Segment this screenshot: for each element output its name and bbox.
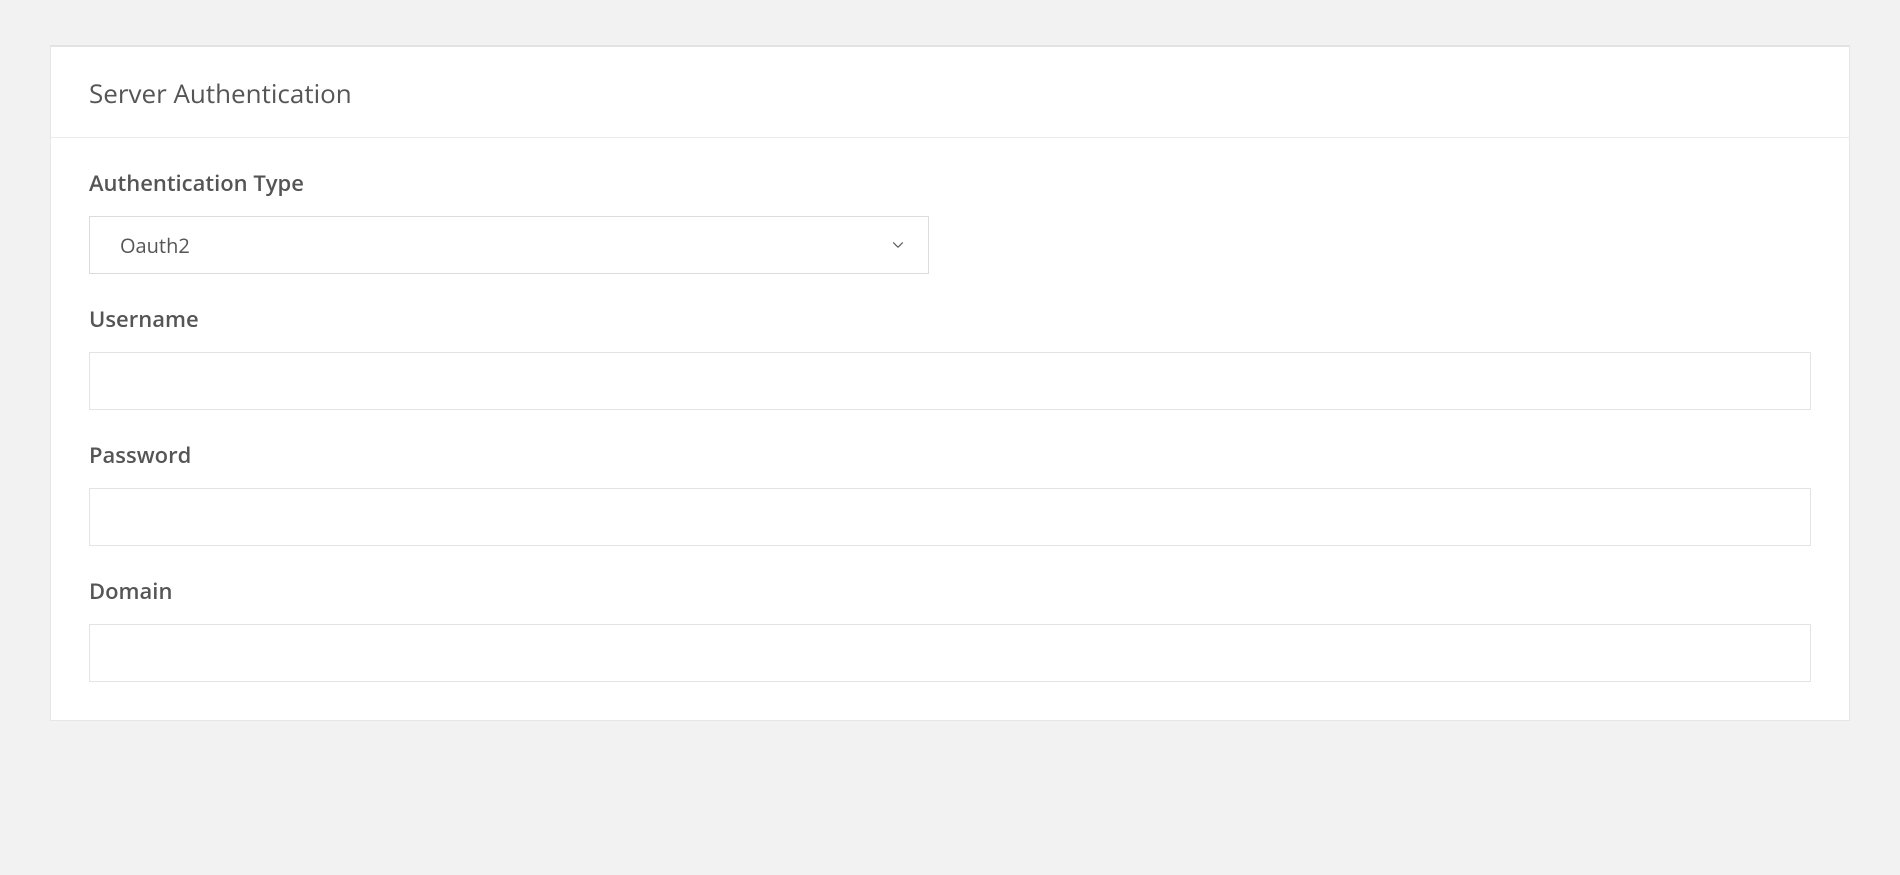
server-auth-card: Server Authentication Authentication Typ… — [50, 45, 1850, 721]
password-label: Password — [89, 440, 1811, 470]
auth-type-group: Authentication Type — [89, 168, 1811, 274]
card-header: Server Authentication — [51, 47, 1849, 138]
domain-input[interactable] — [89, 624, 1811, 682]
domain-label: Domain — [89, 576, 1811, 606]
username-label: Username — [89, 304, 1811, 334]
card-title: Server Authentication — [89, 75, 1811, 111]
password-input[interactable] — [89, 488, 1811, 546]
card-body: Authentication Type Username Password Do… — [51, 138, 1849, 720]
auth-type-select[interactable] — [89, 216, 929, 274]
username-input[interactable] — [89, 352, 1811, 410]
auth-type-label: Authentication Type — [89, 168, 1811, 198]
domain-group: Domain — [89, 576, 1811, 682]
auth-type-select-wrap — [89, 216, 929, 274]
password-group: Password — [89, 440, 1811, 546]
username-group: Username — [89, 304, 1811, 410]
